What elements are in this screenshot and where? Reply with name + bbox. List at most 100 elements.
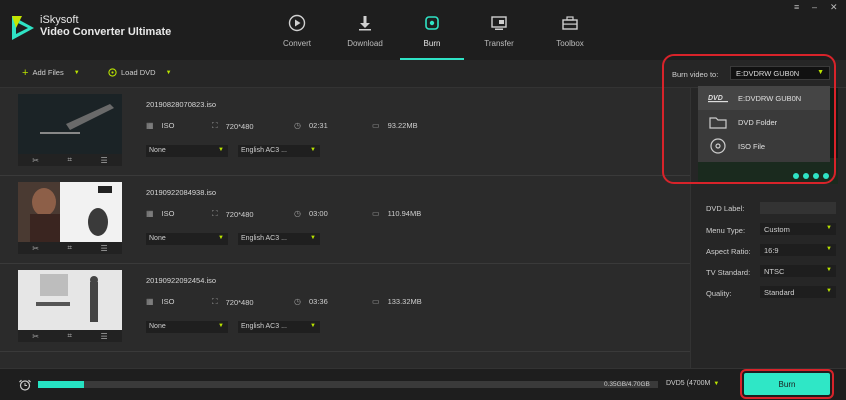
folder-icon: ▭ (372, 297, 380, 306)
file-size: ▭ 93.22MB (372, 121, 418, 130)
folder-icon: ▭ (372, 121, 380, 130)
disc-type-select[interactable]: DVD5 (4700M ▼ (666, 380, 719, 387)
chevron-down-icon: ▼ (826, 225, 832, 231)
thumbnail-tools: ✂ ⌗ ☰ (18, 242, 122, 254)
dvd-label-input[interactable] (760, 202, 836, 214)
subtitle-value: None (149, 235, 166, 242)
subtitle-select[interactable]: None ▼ (146, 233, 228, 245)
file-name: 20190828070823.iso (146, 100, 217, 109)
subtitle-value: None (149, 323, 166, 330)
subtitle-select[interactable]: None ▼ (146, 145, 228, 157)
size-value: 93.22MB (387, 121, 418, 130)
file-size: ▭ 110.94MB (372, 209, 421, 218)
file-duration: ◷ 03:00 (294, 209, 328, 218)
dvd-label-label: DVD Label: (706, 204, 745, 213)
load-dvd-button[interactable]: Load DVD ▼ (108, 68, 172, 77)
minimize-icon[interactable]: – (812, 2, 817, 12)
settings-icon[interactable]: ☰ (101, 244, 108, 253)
audio-select[interactable]: English AC3 ... ▼ (238, 233, 320, 245)
tab-burn[interactable]: Burn (397, 14, 467, 48)
size-value: 110.94MB (387, 209, 422, 218)
app-brand: iSkysoft (40, 14, 79, 26)
tv-standard-select[interactable]: NTSC ▼ (760, 265, 836, 277)
disc-capacity-bar (38, 381, 658, 388)
menu-icon[interactable]: ≡ (794, 2, 799, 12)
resolution-value: 720*480 (225, 297, 254, 307)
file-list: ✂ ⌗ ☰ 20190828070823.iso ▦ ISO ⛶ 720*480 ◷… (0, 88, 690, 368)
format-value: ISO (161, 297, 175, 306)
close-icon[interactable]: ✕ (830, 2, 838, 13)
tv-standard-label: TV Standard: (706, 268, 751, 277)
burn-button-highlight (740, 369, 834, 399)
resolution-value: 720*480 (225, 121, 254, 131)
file-format: ▦ ISO (146, 121, 174, 130)
file-resolution: ⛶ 720*480 (212, 209, 254, 219)
add-files-button[interactable]: + Add Files ▼ (22, 66, 80, 79)
menu-type-label: Menu Type: (706, 226, 746, 235)
video-thumbnail[interactable] (18, 182, 122, 242)
audio-value: English AC3 ... (241, 147, 287, 154)
schedule-icon[interactable] (18, 379, 32, 391)
audio-value: English AC3 ... (241, 235, 287, 242)
subtitle-select[interactable]: None ▼ (146, 321, 228, 333)
tab-transfer[interactable]: Transfer (464, 14, 534, 48)
clock-icon: ◷ (294, 209, 301, 218)
burn-icon (425, 16, 439, 30)
aspect-ratio-select[interactable]: 16:9 ▼ (760, 244, 836, 256)
download-icon (359, 16, 371, 31)
trim-icon[interactable]: ✂ (32, 332, 39, 341)
subtitle-value: None (149, 147, 166, 154)
chevron-down-icon: ▼ (310, 323, 316, 329)
file-duration: ◷ 03:36 (294, 297, 328, 306)
toolbox-icon (562, 16, 578, 30)
resolution-value: 720*480 (225, 209, 254, 219)
file-row[interactable]: ✂ ⌗ ☰ 20190922084938.iso ▦ ISO ⛶ 720*480 ◷… (0, 176, 690, 264)
tab-convert-label: Convert (282, 39, 311, 48)
crop-icon[interactable]: ⌗ (68, 243, 73, 253)
quality-select[interactable]: Standard ▼ (760, 286, 836, 298)
tab-burn-label: Burn (423, 39, 441, 48)
chevron-down-icon: ▼ (218, 147, 224, 153)
tab-download-label: Download (347, 39, 383, 48)
audio-select[interactable]: English AC3 ... ▼ (238, 321, 320, 333)
video-thumbnail[interactable] (18, 94, 122, 154)
tab-toolbox[interactable]: Toolbox (535, 14, 605, 48)
thumbnail-tools: ✂ ⌗ ☰ (18, 154, 122, 166)
tab-convert[interactable]: Convert (262, 14, 332, 48)
chevron-down-icon: ▼ (73, 69, 80, 76)
menu-type-select[interactable]: Custom ▼ (760, 223, 836, 235)
settings-icon[interactable]: ☰ (101, 332, 108, 341)
file-row[interactable]: ✂ ⌗ ☰ 20190922092454.iso ▦ ISO ⛶ 720*480 ◷… (0, 264, 690, 352)
video-frame (18, 182, 122, 242)
film-icon: ▦ (146, 121, 154, 130)
chevron-down-icon: ▼ (713, 381, 720, 387)
file-row[interactable]: ✂ ⌗ ☰ 20190828070823.iso ▦ ISO ⛶ 720*480 ◷… (0, 88, 690, 176)
clock-icon: ◷ (294, 121, 301, 130)
format-value: ISO (161, 209, 175, 218)
audio-value: English AC3 ... (241, 323, 287, 330)
add-files-label: Add Files (32, 68, 64, 77)
crop-icon[interactable]: ⌗ (68, 331, 73, 341)
video-thumbnail[interactable] (18, 270, 122, 330)
resolution-icon: ⛶ (212, 297, 218, 306)
disc-load-icon (108, 68, 117, 77)
app-logo-icon (12, 16, 34, 40)
file-resolution: ⛶ 720*480 (212, 121, 254, 131)
folder-icon: ▭ (372, 209, 380, 218)
resolution-icon: ⛶ (212, 209, 218, 218)
audio-select[interactable]: English AC3 ... ▼ (238, 145, 320, 157)
tab-download[interactable]: Download (330, 14, 400, 48)
file-resolution: ⛶ 720*480 (212, 297, 254, 307)
trim-icon[interactable]: ✂ (32, 156, 39, 165)
aspect-ratio-value: 16:9 (764, 246, 779, 255)
crop-icon[interactable]: ⌗ (68, 155, 73, 165)
file-format: ▦ ISO (146, 297, 174, 306)
plus-icon: + (22, 66, 29, 79)
menu-type-value: Custom (764, 225, 790, 234)
app-title: Video Converter Ultimate (40, 26, 172, 38)
format-value: ISO (161, 121, 175, 130)
settings-icon[interactable]: ☰ (101, 156, 108, 165)
chevron-down-icon: ▼ (826, 246, 832, 252)
trim-icon[interactable]: ✂ (32, 244, 39, 253)
convert-icon (288, 14, 306, 32)
